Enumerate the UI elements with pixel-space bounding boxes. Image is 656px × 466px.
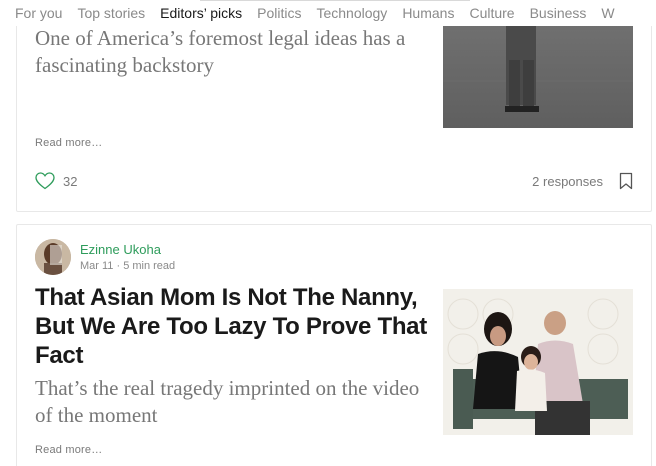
story-subtitle[interactable]: One of America’s foremost legal ideas ha… bbox=[35, 25, 425, 79]
clap-count: 32 bbox=[63, 173, 78, 189]
tab-editors-picks[interactable]: Editors’ picks bbox=[160, 5, 242, 21]
tab-politics[interactable]: Politics bbox=[257, 5, 301, 21]
story-subtitle[interactable]: That’s the real tragedy imprinted on the… bbox=[35, 375, 425, 429]
tab-for-you[interactable]: For you bbox=[15, 5, 62, 21]
tab-top-stories[interactable]: Top stories bbox=[77, 5, 145, 21]
top-nav: For you Top stories Editors’ picks Polit… bbox=[0, 0, 656, 26]
author-name[interactable]: Ezinne Ukoha bbox=[80, 242, 161, 257]
responses-link[interactable]: 2 responses bbox=[532, 174, 603, 189]
read-more-link[interactable]: Read more… bbox=[35, 444, 102, 456]
tab-technology[interactable]: Technology bbox=[316, 5, 387, 21]
tab-business[interactable]: Business bbox=[530, 5, 587, 21]
tab-more[interactable]: W bbox=[601, 5, 614, 21]
clap-button[interactable]: 32 bbox=[35, 172, 77, 190]
read-more-link[interactable]: Read more… bbox=[35, 137, 102, 149]
post-meta: Mar 11 · 5 min read bbox=[80, 260, 176, 272]
bookmark-icon[interactable] bbox=[619, 172, 633, 190]
tab-humans[interactable]: Humans bbox=[402, 5, 454, 21]
story-footer: 32 2 responses bbox=[35, 172, 633, 192]
avatar-image bbox=[35, 239, 71, 275]
story-card: One of America’s foremost legal ideas ha… bbox=[16, 0, 652, 212]
thumbnail-photo bbox=[443, 289, 633, 435]
heart-icon bbox=[35, 172, 55, 190]
story-card: Ezinne Ukoha Mar 11 · 5 min read That As… bbox=[16, 224, 652, 466]
page: For you Top stories Editors’ picks Polit… bbox=[0, 0, 656, 466]
story-title[interactable]: That Asian Mom Is Not The Nanny, But We … bbox=[35, 283, 435, 370]
avatar[interactable] bbox=[35, 239, 71, 275]
tab-culture[interactable]: Culture bbox=[469, 5, 514, 21]
story-thumbnail[interactable] bbox=[443, 289, 633, 435]
